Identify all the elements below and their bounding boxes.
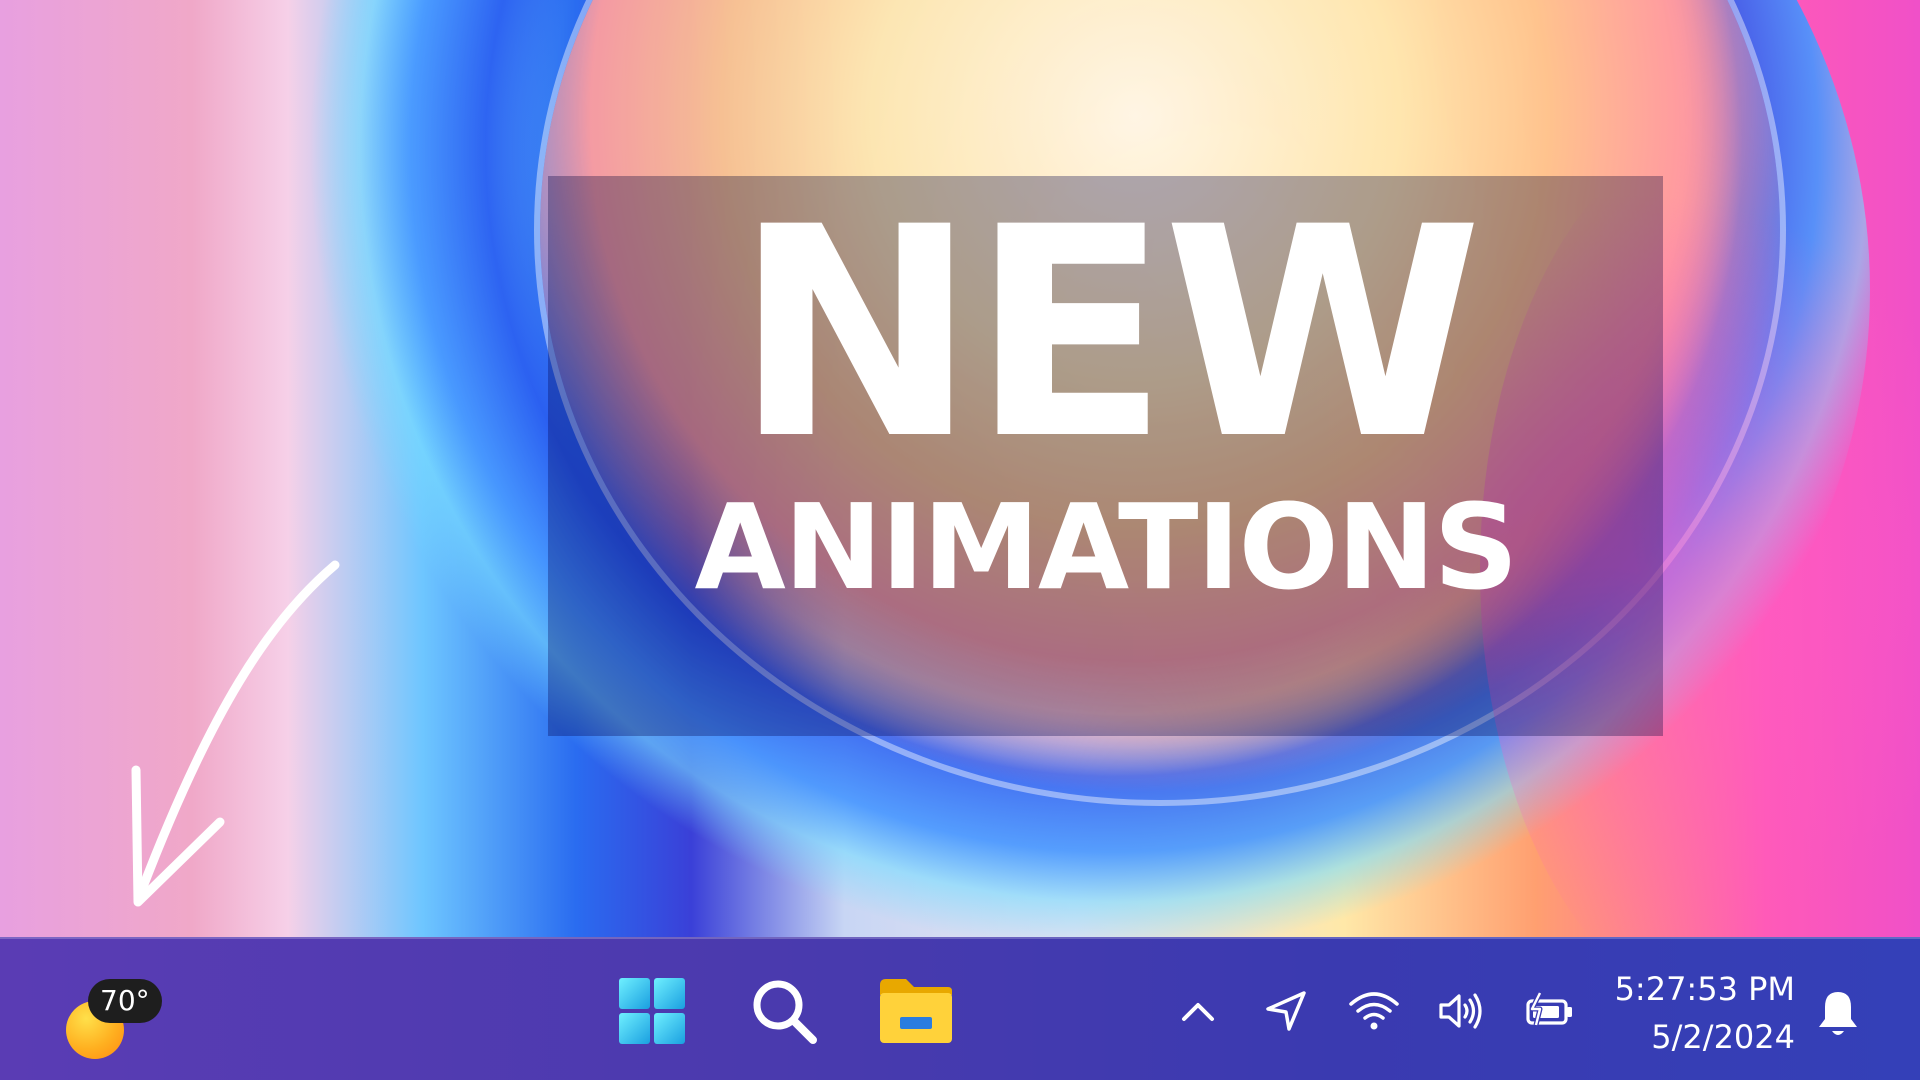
wifi-icon <box>1349 991 1399 1029</box>
search-button[interactable] <box>742 969 826 1053</box>
windows-start-icon <box>619 977 685 1044</box>
location-icon <box>1266 990 1306 1031</box>
volume-icon <box>1439 992 1482 1029</box>
bell-icon <box>1819 992 1857 1035</box>
temperature-badge: 70° <box>88 979 162 1023</box>
search-icon <box>753 980 817 1044</box>
start-button[interactable] <box>610 969 694 1053</box>
wifi-button[interactable] <box>1346 983 1402 1039</box>
clock[interactable]: 5:27:53 PM 5/2/2024 <box>1600 965 1795 1061</box>
clock-time: 5:27:53 PM <box>1614 970 1795 1008</box>
weather-widget[interactable]: 70° <box>62 979 162 1059</box>
file-explorer-button[interactable] <box>874 969 958 1053</box>
title-new: NEW <box>734 166 1483 503</box>
notifications-button[interactable] <box>1815 989 1861 1039</box>
title-animations: ANIMATIONS <box>694 478 1518 616</box>
battery-charging-icon <box>1526 991 1572 1026</box>
system-tray <box>1170 939 1610 1080</box>
hand-drawn-arrow-icon <box>131 560 340 907</box>
title-banner-text: NEW ANIMATIONS <box>548 176 1663 736</box>
chevron-up-icon <box>1182 1002 1214 1021</box>
battery-button[interactable] <box>1522 983 1578 1039</box>
taskbar-pinned-apps <box>610 939 958 1080</box>
file-explorer-icon <box>880 978 952 1043</box>
desktop: NEW ANIMATIONS 70° 5:27:53 PM 5/2/2024 <box>0 0 1920 1080</box>
show-hidden-icons-button[interactable] <box>1170 983 1226 1039</box>
location-button[interactable] <box>1258 983 1314 1039</box>
taskbar: 70° 5:27:53 PM 5/2/2024 <box>0 937 1920 1080</box>
volume-button[interactable] <box>1434 983 1490 1039</box>
clock-date: 5/2/2024 <box>1651 1018 1795 1056</box>
